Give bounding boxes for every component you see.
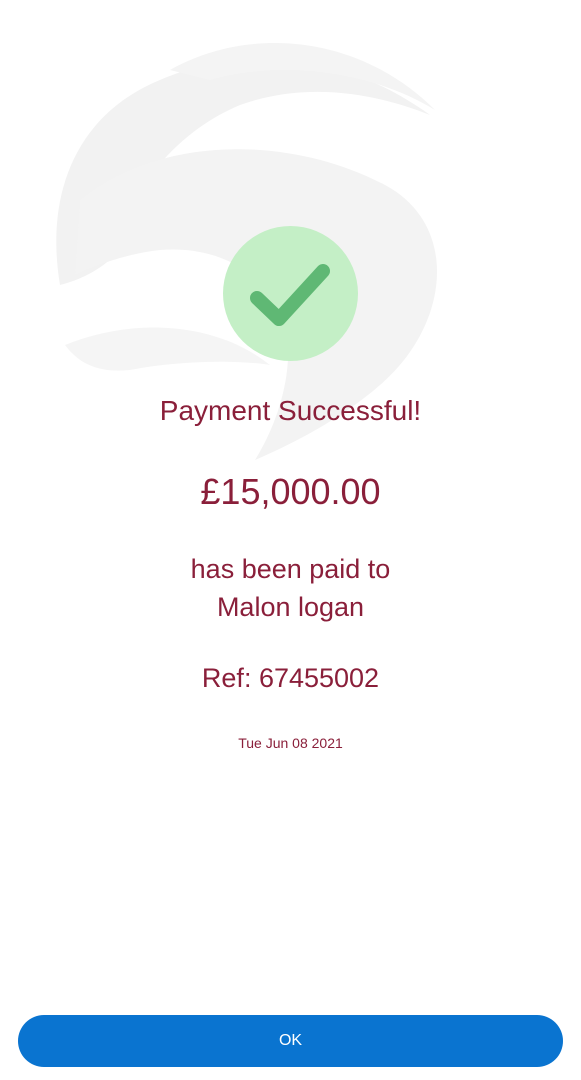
recipient-name: Malon logan: [216, 592, 365, 622]
recipient-block: has been paid to Malon logan: [0, 550, 581, 626]
success-badge: [223, 226, 358, 361]
checkmark-icon: [250, 264, 330, 326]
paid-to-label: has been paid to: [190, 554, 391, 584]
payment-amount: £15,000.00: [200, 471, 381, 512]
payment-status-title: Payment Successful!: [159, 395, 422, 426]
payment-reference: Ref: 67455002: [201, 663, 380, 693]
payment-date: Tue Jun 08 2021: [238, 735, 343, 751]
ok-button[interactable]: OK: [18, 1015, 563, 1067]
payment-success-screen: Payment Successful! £15,000.00 has been …: [0, 0, 581, 1080]
